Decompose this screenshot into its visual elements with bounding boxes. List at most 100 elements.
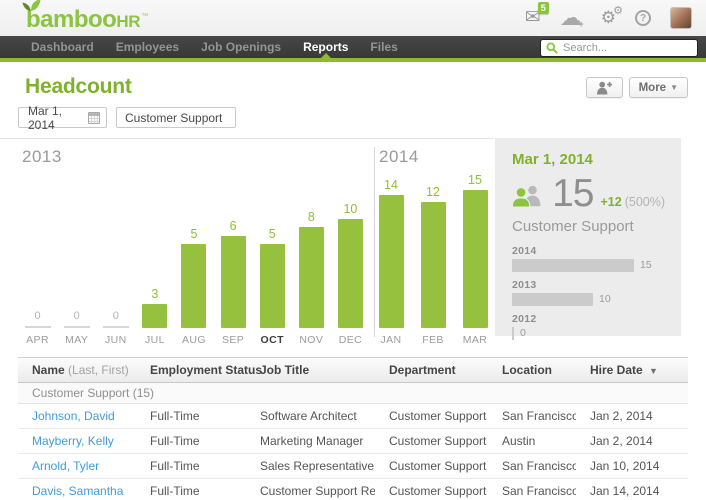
month-label: JUN (105, 328, 127, 350)
employee-name-link[interactable]: Johnson, David (18, 409, 136, 423)
bar-value-label: 0 (74, 310, 80, 322)
headcount-delta-percent: (500%) (625, 195, 665, 209)
bar-value-label: 14 (384, 178, 398, 192)
nav-item-reports[interactable]: Reports (292, 36, 359, 58)
month-label: FEB (422, 328, 444, 350)
bar-value-label: 8 (308, 210, 315, 224)
chart-month-oct: 5 OCT (253, 139, 292, 350)
nav-item-job-openings[interactable]: Job Openings (190, 36, 292, 58)
chevron-down-icon: ▼ (670, 83, 678, 92)
summary-count-row: 15 +12 (500%) (512, 178, 665, 210)
panel-year-bars: 2014 15 201310 20120 (512, 245, 665, 340)
header-icon-cluster: ✉ 5 ☁ + ⚙ ⚙ ? (525, 7, 692, 30)
add-employee-button[interactable] (586, 77, 623, 98)
headcount-total: 15 (552, 178, 593, 210)
table-row: Mayberry, KellyFull-TimeMarketing Manage… (18, 429, 688, 454)
table-cell: Customer Support (375, 409, 488, 423)
column-header-name[interactable]: Name (Last, First) (18, 363, 136, 377)
bar[interactable] (142, 304, 167, 328)
chart-month-apr: 0 APR (18, 139, 57, 350)
bar-value-label: 6 (230, 219, 237, 233)
bar[interactable] (421, 202, 446, 328)
column-header-employment-status[interactable]: Employment Status (136, 363, 246, 377)
bar[interactable] (463, 190, 488, 328)
nav-item-files[interactable]: Files (359, 36, 408, 58)
table-cell: Full-Time (136, 409, 246, 423)
column-header-hire-date[interactable]: Hire Date ▼ (576, 363, 688, 377)
month-label: SEP (222, 328, 244, 350)
user-avatar[interactable] (670, 7, 692, 29)
cloud-upload-icon[interactable]: ☁ + (560, 7, 582, 30)
year-bar-value: 15 (640, 259, 652, 271)
department-filter[interactable]: Customer Support (116, 107, 236, 128)
report-actions: More ▼ (586, 77, 688, 98)
bar-value-label: 10 (343, 202, 357, 216)
bar-value-label: 3 (151, 287, 158, 301)
bar-value-label: 0 (34, 310, 40, 322)
summary-department-label: Customer Support (512, 218, 665, 235)
column-header-job-title[interactable]: Job Title (246, 363, 375, 377)
bar[interactable] (299, 227, 324, 328)
year-bar-track: 10 (512, 293, 665, 306)
logo-trademark: ™ (141, 13, 148, 20)
more-button[interactable]: More ▼ (629, 77, 688, 98)
chart-month-aug: 5AUG (174, 139, 213, 350)
chart-month-nov: 8 NOV (292, 139, 331, 350)
table-cell: Jan 2, 2014 (576, 409, 688, 423)
employee-name-link[interactable]: Mayberry, Kelly (18, 434, 136, 448)
table-row: Arnold, TylerFull-TimeSales Representati… (18, 454, 688, 479)
date-picker[interactable]: Mar 1, 2014 (18, 107, 107, 128)
column-header-department[interactable]: Department (375, 363, 488, 377)
month-label: NOV (299, 328, 323, 350)
bar-value-label: 5 (191, 227, 198, 241)
leaf-icon (21, 0, 41, 17)
bar[interactable] (260, 244, 285, 328)
chart-slots-2014: 14JAN12FEB15MAR (370, 139, 496, 350)
table-cell: Jan 2, 2014 (576, 434, 688, 448)
table-group-row: Customer Support (15) (18, 383, 688, 404)
table-row: Johnson, DavidFull-TimeSoftware Architec… (18, 404, 688, 429)
help-icon[interactable]: ? (635, 10, 651, 26)
bar[interactable] (338, 219, 363, 328)
chart-month-mar: 15MAR (454, 139, 496, 350)
nav-item-dashboard[interactable]: Dashboard (20, 36, 105, 58)
year-bar-row-2012: 20120 (512, 313, 665, 340)
month-label: DEC (339, 328, 362, 350)
chart-month-dec: 10 DEC (331, 139, 370, 350)
table-cell: Customer Support (375, 484, 488, 498)
month-label: APR (26, 328, 49, 350)
bamboohr-logo[interactable]: bamboo HR ™ (26, 6, 148, 34)
main-nav: Dashboard Employees Job Openings Reports… (0, 36, 706, 58)
bar[interactable] (379, 195, 404, 328)
table-cell: San Francisco (488, 409, 576, 423)
messages-icon[interactable]: ✉ 5 (525, 8, 541, 28)
month-label: OCT (261, 328, 284, 350)
table-cell: Full-Time (136, 484, 246, 498)
table-cell: Customer Support (375, 434, 488, 448)
settings-icon[interactable]: ⚙ ⚙ (601, 9, 616, 28)
employee-name-link[interactable]: Arnold, Tyler (18, 459, 136, 473)
column-header-location[interactable]: Location (488, 363, 576, 377)
year-bar-row-2013: 201310 (512, 279, 665, 306)
nav-item-employees[interactable]: Employees (105, 36, 190, 58)
bar-value-label: 5 (269, 227, 276, 241)
calendar-icon[interactable] (88, 112, 100, 124)
chart-group-2013: 2013 0APR0MAY0JUN3JUL5AUG6SEP5OCT8NOV10D… (18, 139, 370, 350)
page-title: Headcount (25, 75, 132, 99)
year-bar-label: 2014 (512, 245, 665, 257)
table-header: Name (Last, First) Employment Status Job… (18, 357, 688, 383)
bar-value-label: 0 (113, 310, 119, 322)
summary-date: Mar 1, 2014 (512, 151, 665, 168)
chart-slots-2013: 0APR0MAY0JUN3JUL5AUG6SEP5OCT8NOV10DEC (18, 139, 370, 350)
bar[interactable] (221, 236, 246, 328)
headcount-chart-section: 2013 0APR0MAY0JUN3JUL5AUG6SEP5OCT8NOV10D… (0, 138, 706, 350)
search-input[interactable] (540, 39, 698, 57)
table-cell: Sales Representative (246, 459, 375, 473)
year-bar (512, 327, 514, 340)
employee-name-link[interactable]: Davis, Samantha (18, 484, 136, 498)
table-cell: San Francisco (488, 484, 576, 498)
table-cell: San Francisco (488, 459, 576, 473)
table-body: Johnson, DavidFull-TimeSoftware Architec… (18, 404, 688, 500)
department-filter-value: Customer Support (125, 111, 222, 125)
bar[interactable] (181, 244, 206, 328)
